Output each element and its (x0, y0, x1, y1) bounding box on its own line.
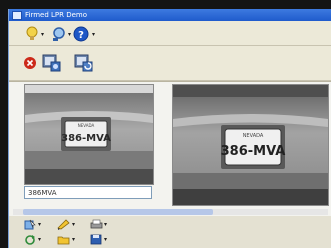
chevron-down-icon[interactable]: ▾ (104, 237, 107, 243)
processed-image-viewer[interactable]: NEVADA 386-MVA (172, 84, 329, 206)
stop-icon (24, 57, 36, 69)
camera-refresh-icon (74, 54, 93, 72)
folder-icon (57, 236, 69, 244)
refresh-icon (25, 234, 35, 245)
save-button[interactable] (89, 233, 103, 245)
camera-settings-icon (42, 54, 61, 72)
open-folder-button[interactable] (56, 233, 70, 245)
plate-text: 386-MVA (61, 133, 111, 144)
pencil-button[interactable] (56, 218, 70, 230)
pencil-icon (56, 218, 70, 230)
magnifier-icon (53, 27, 65, 41)
window-title: Firmed LPR Demo (25, 11, 88, 19)
plate-text: 386-MVA (221, 144, 286, 159)
scroll-thumb[interactable] (23, 209, 213, 215)
refresh-button[interactable] (23, 233, 37, 245)
source-image-viewer[interactable]: NEVADA 386-MVA (24, 84, 154, 185)
camera-settings-button[interactable] (42, 51, 62, 73)
chevron-down-icon[interactable]: ▾ (68, 32, 71, 38)
chevron-down-icon[interactable]: ▾ (72, 222, 75, 228)
recognized-plate-field[interactable]: 386MVA (24, 186, 152, 199)
pointer-icon (24, 219, 36, 229)
help-icon: ? (73, 26, 89, 42)
horizontal-scrollbar[interactable] (13, 209, 328, 215)
camera-refresh-button[interactable] (74, 51, 94, 73)
top-toolbar: ▾ ▾ ? ▾ (9, 21, 331, 46)
chevron-down-icon[interactable]: ▾ (92, 32, 95, 38)
chevron-down-icon[interactable]: ▾ (38, 237, 41, 243)
camera-toolbar (9, 46, 331, 81)
license-plate-photo: NEVADA 386-MVA (25, 85, 153, 184)
chevron-down-icon[interactable]: ▾ (72, 237, 75, 243)
lightbulb-icon (26, 26, 38, 40)
save-icon (90, 234, 102, 244)
stop-button[interactable] (23, 56, 37, 70)
app-icon (12, 10, 22, 20)
app-window: Firmed LPR Demo ▾ ▾ ? ▾ NEVADA 386-MVA N… (8, 9, 331, 248)
help-button[interactable]: ? (72, 25, 90, 43)
pointer-button[interactable] (23, 218, 37, 230)
outer-frame: Firmed LPR Demo ▾ ▾ ? ▾ NEVADA 386-MVA N… (0, 0, 331, 248)
chevron-down-icon[interactable]: ▾ (41, 32, 44, 38)
printer-icon (90, 219, 102, 228)
svg-text:?: ? (78, 30, 84, 41)
license-plate-detection-photo: NEVADA 386-MVA (173, 85, 328, 205)
title-bar[interactable]: Firmed LPR Demo (9, 9, 331, 21)
plate-state-text: NEVADA (78, 123, 95, 128)
bottom-toolbar: ▾ ▾ ▾ ▾ ▾ ▾ (9, 216, 331, 248)
print-button[interactable] (89, 218, 103, 230)
chevron-down-icon[interactable]: ▾ (38, 222, 41, 228)
search-button[interactable] (50, 25, 68, 43)
chevron-down-icon[interactable]: ▾ (104, 222, 107, 228)
lightbulb-button[interactable] (23, 25, 41, 43)
plate-state-text: NEVADA (243, 133, 264, 139)
